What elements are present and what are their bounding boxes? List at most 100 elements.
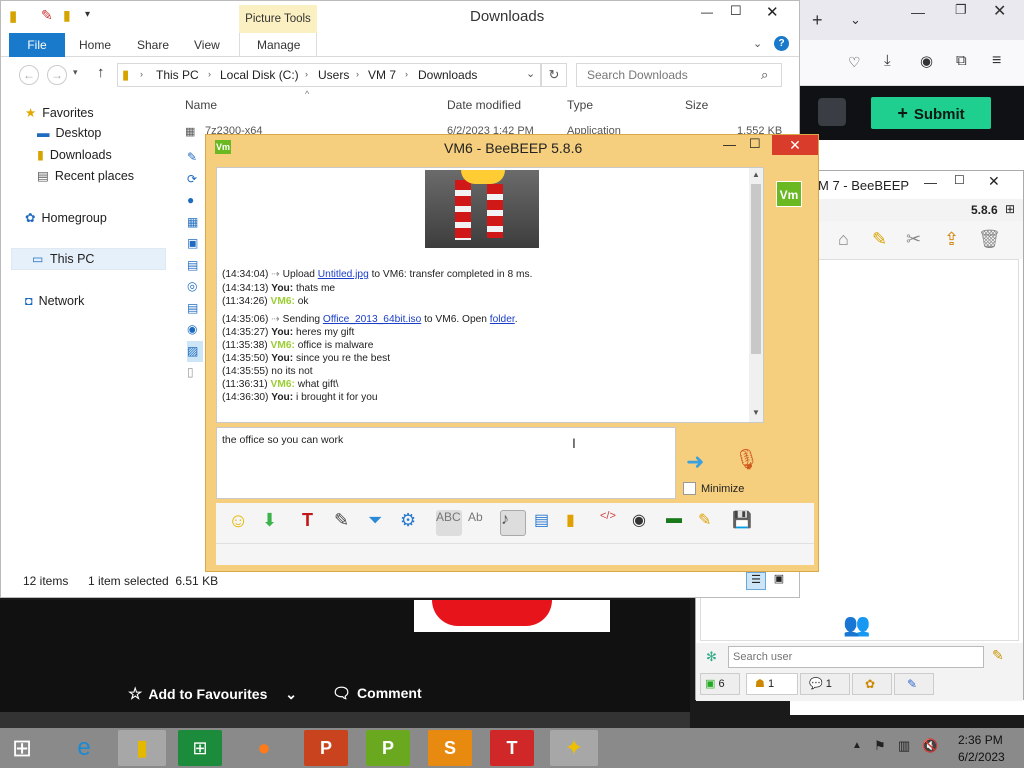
send-icon[interactable]: ➜ [686,449,704,475]
tab-manage[interactable]: Manage [257,37,300,57]
emoticon-icon[interactable]: ☺ [228,510,254,536]
firefox-icon[interactable]: ● [240,730,288,766]
column-type[interactable]: Type [567,98,593,112]
tab-share[interactable]: Share [137,37,169,57]
spellcheck-icon[interactable]: ABC [436,510,462,536]
note-icon[interactable]: ✎ [698,510,724,536]
chat-close-button[interactable]: ✕ [772,135,818,155]
details-view-icon[interactable]: ☰ [746,572,766,590]
ribbon-expand-icon[interactable]: ⌄ [753,37,762,50]
breadcrumb-users[interactable]: Users [318,68,349,82]
start-windows-icon[interactable]: ⊞ [12,734,32,763]
minimize-checkbox[interactable] [683,482,696,495]
tab-groups[interactable]: ☗ 1 [746,673,798,695]
nav-downloads[interactable]: ▮ Downloads [37,147,112,162]
address-dropdown-icon[interactable]: ⌄ [526,67,535,80]
contact-avatar[interactable]: Vm [776,181,802,207]
tab-list-chevron-icon[interactable]: ⌄ [850,12,861,28]
folder-link[interactable]: folder [490,314,515,325]
screen-share-icon[interactable]: ▬ [666,510,692,536]
tab-chats[interactable]: 💬 1 [800,673,850,695]
tab-network[interactable]: ✿ [852,673,892,695]
submit-button[interactable]: + Submit [871,97,991,129]
column-size[interactable]: Size [685,98,708,112]
vm7-group-icon[interactable]: ⌂ [838,229,849,250]
new-folder-icon[interactable]: ▮ [63,7,71,24]
vm7-tools-icon[interactable]: ✂ [906,229,921,250]
chevron-down-icon[interactable]: ⌄ [285,686,297,702]
horizontal-scrollbar[interactable] [0,712,690,728]
clear-search-icon[interactable]: ✎ [992,647,1004,664]
tab-file[interactable]: File [9,33,65,57]
up-icon[interactable]: ↑ [97,64,105,81]
vm7-share-icon[interactable]: ⇪ [944,229,959,250]
download-icon[interactable]: ⤓ [884,52,891,69]
breadcrumb-local-disk[interactable]: Local Disk (C:) [220,68,299,82]
minimize-icon[interactable]: — [911,4,925,20]
chat-minimize-icon[interactable]: — [723,137,736,152]
filter-icon[interactable]: ⏷ [368,510,394,536]
sound-icon[interactable]: ♪ [500,510,526,536]
tab-view[interactable]: View [194,37,220,57]
qat-dropdown-icon[interactable]: ▾ [85,9,90,20]
clock-time[interactable]: 2:36 PM [958,733,1003,747]
restore-icon[interactable]: ❐ [955,2,967,18]
vm7-edit-icon[interactable]: ✎ [872,229,887,250]
action-center-flag-icon[interactable]: ⚑ [874,738,886,754]
chat-scrollbar[interactable]: ▲ ▼ [749,168,763,422]
clock-date[interactable]: 6/2/2023 [958,750,1005,764]
scroll-thumb[interactable] [751,184,761,354]
column-date-modified[interactable]: Date modified [447,98,521,112]
font-icon[interactable]: T [302,510,328,536]
add-to-favourites-button[interactable]: ☆ Add to Favourites ⌄ [128,684,297,704]
chat-maximize-icon[interactable]: ☐ [749,136,761,152]
tab-home[interactable]: Home [79,37,111,57]
nav-desktop[interactable]: ▬ Desktop [37,126,101,140]
nav-this-pc-row[interactable]: ▭ This PC [11,248,166,270]
pocket-icon[interactable]: ♡ [848,54,861,71]
forward-icon[interactable]: → [47,65,67,85]
explorer-minimize-icon[interactable]: — [701,5,713,19]
download-chat-icon[interactable]: ⬇ [262,510,288,536]
explorer-maximize-icon[interactable]: ☐ [730,3,742,19]
refresh-icon[interactable]: ↻ [541,63,567,87]
search-icon[interactable]: ⌕ [761,67,768,83]
explorer-close-icon[interactable]: ✕ [766,3,779,21]
store-icon[interactable]: ⊞ [178,730,222,766]
send-folder-icon[interactable]: ▮ [566,510,592,536]
breadcrumb-this-pc[interactable]: This PC [156,68,199,82]
beebeep-taskbar-icon[interactable]: ✦ [550,730,598,766]
account-icon[interactable]: ◉ [920,52,933,70]
message-input[interactable]: the office so you can work [216,427,676,499]
close-icon[interactable]: ✕ [993,1,1006,21]
breadcrumb-downloads[interactable]: Downloads [418,68,477,82]
nav-network[interactable]: ◘ Network [25,294,84,308]
large-icons-view-icon[interactable]: ▣ [770,572,788,590]
search-user-input[interactable] [728,646,984,668]
address-bar[interactable]: ▮ › This PC › Local Disk (C:) › Users › … [117,63,541,87]
send-file-icon[interactable]: ▤ [534,510,560,536]
nav-recent-places[interactable]: ▤ Recent places [37,168,134,183]
vm7-close-icon[interactable]: ✕ [988,173,1000,190]
file-link[interactable]: Office_2013_64bit.iso [323,314,421,325]
menu-icon[interactable]: ≡ [992,52,1001,70]
screenshot-icon[interactable]: ◉ [632,510,658,536]
extensions-icon[interactable]: ⧉ [956,52,967,69]
user-avatar-icon[interactable] [818,98,846,126]
autocomplete-icon[interactable]: Ab [468,510,494,536]
vm7-minimize-icon[interactable]: — [924,175,937,190]
recent-locations-icon[interactable]: ▾ [73,67,78,78]
shared-image[interactable] [425,170,539,248]
properties-icon[interactable]: ✎ [41,7,53,24]
nav-favorites[interactable]: ★ Favorites [25,105,94,120]
volume-muted-icon[interactable]: 🔇 [922,738,938,754]
ie-icon[interactable]: e [60,730,108,766]
breadcrumb-vm7[interactable]: VM 7 [368,68,396,82]
powerpoint-icon[interactable]: P [304,730,348,766]
settings-gear-icon[interactable]: ⚙ [400,510,426,536]
wps-spreadsheets-icon[interactable]: S [428,730,472,766]
back-icon[interactable]: ← [19,65,39,85]
save-chat-icon[interactable]: 💾 [732,510,758,536]
column-name[interactable]: Name [185,98,217,112]
voice-message-icon[interactable]: 🎙 [734,447,759,472]
